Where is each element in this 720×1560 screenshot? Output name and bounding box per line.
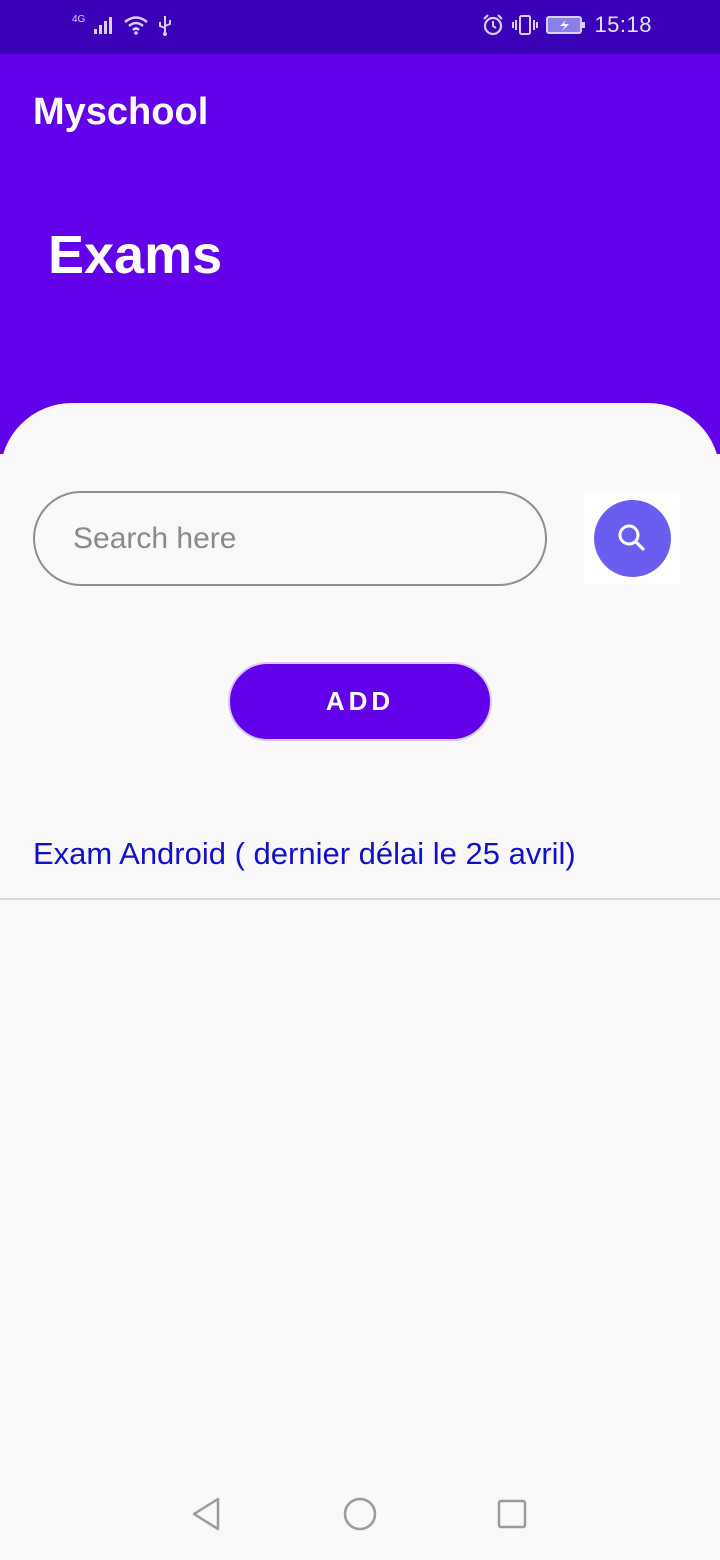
battery-charging-icon — [546, 16, 586, 34]
back-icon[interactable] — [190, 1496, 222, 1532]
usb-icon — [159, 16, 172, 36]
list-item[interactable]: Exam Android ( dernier délai le 25 avril… — [0, 806, 720, 900]
navigation-bar — [0, 1476, 720, 1560]
status-left-icons: 4G — [72, 14, 173, 36]
app-header: Myschool Exams — [0, 54, 720, 454]
home-icon[interactable] — [342, 1496, 378, 1532]
search-input[interactable] — [33, 491, 547, 586]
page-title: Exams — [48, 225, 223, 285]
add-button[interactable]: ADD — [228, 662, 492, 741]
signal-icon — [94, 17, 113, 34]
alarm-icon — [483, 14, 504, 36]
search-icon — [618, 524, 645, 551]
status-bar: 4G 15:18 — [0, 0, 720, 54]
network-type-label: 4G — [72, 13, 86, 25]
app-title: Myschool — [33, 91, 209, 133]
search-button[interactable] — [584, 491, 680, 585]
exam-item-label: Exam Android ( dernier délai le 25 avril… — [33, 836, 576, 871]
status-right-icons: 15:18 — [482, 12, 652, 38]
vibrate-icon — [512, 15, 539, 35]
search-button-circle — [593, 499, 671, 577]
status-time: 15:18 — [594, 12, 652, 37]
wifi-icon — [124, 16, 149, 35]
recents-icon[interactable] — [496, 1496, 528, 1532]
